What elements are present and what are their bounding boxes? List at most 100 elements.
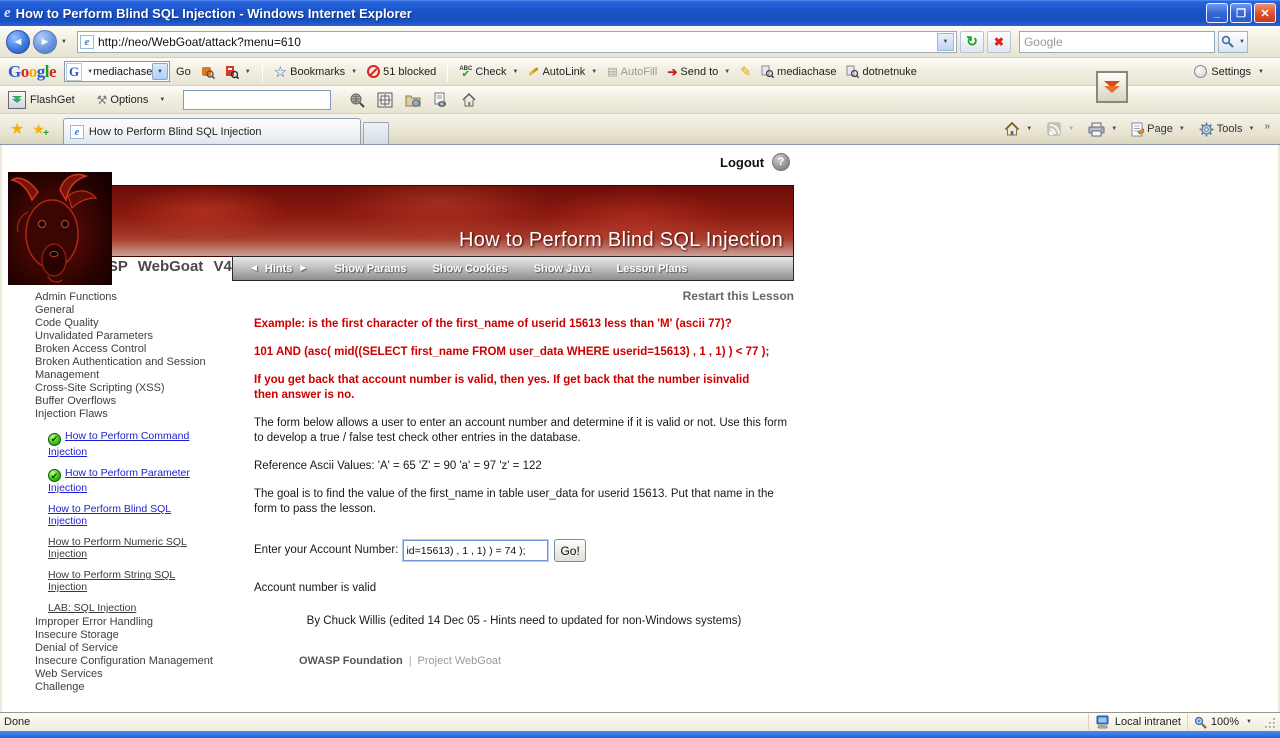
search-options-button[interactable]: ▼ — [221, 63, 255, 81]
page-menu-button[interactable]: Page▼ — [1127, 120, 1189, 139]
restore-button[interactable]: ❐ — [1230, 3, 1252, 23]
category-improper-error-handling[interactable]: Improper Error Handling — [35, 616, 225, 629]
mediachase-search-button[interactable]: mediachase — [757, 63, 840, 80]
category-insecure-configuration[interactable]: Insecure Configuration Management — [35, 655, 225, 668]
address-input[interactable] — [98, 35, 933, 49]
search-input[interactable] — [1024, 35, 1210, 49]
google-go-button[interactable]: Go — [172, 64, 195, 80]
home-button[interactable]: ▼ — [1000, 119, 1036, 139]
google-search-value: mediachase — [93, 66, 152, 78]
search-options-arrow-icon[interactable]: ▼ — [1239, 39, 1245, 45]
category-general[interactable]: General — [35, 304, 225, 317]
flashget-url-input[interactable] — [183, 90, 331, 110]
menu-show-java[interactable]: Show Java — [534, 263, 591, 275]
lesson-link-command-injection[interactable]: How to Perform Command Injection — [48, 430, 189, 458]
next-hint-arrow-icon[interactable]: ► — [298, 263, 308, 274]
lesson-link-lab-sql-injection[interactable]: LAB: SQL Injection — [48, 602, 136, 614]
lesson-link-blind-sql-injection[interactable]: How to Perform Blind SQL Injection — [48, 503, 171, 527]
highlighter-button[interactable]: ✎ — [736, 62, 755, 82]
previous-hint-arrow-icon[interactable]: ◄ — [249, 263, 259, 274]
category-xss[interactable]: Cross-Site Scripting (XSS) — [35, 382, 225, 395]
category-buffer-overflows[interactable]: Buffer Overflows — [35, 395, 225, 408]
send-to-button[interactable]: ➔ Send to▼ — [663, 63, 734, 81]
autolink-button[interactable]: AutoLink▼ — [524, 64, 601, 80]
add-favorite-button[interactable]: ★ — [28, 119, 49, 140]
tools-menu-button[interactable]: Tools▼ — [1195, 120, 1259, 139]
help-icon[interactable]: ? — [772, 153, 790, 171]
resize-grip[interactable] — [1262, 715, 1276, 729]
flashget-options-button[interactable]: ⚒ Options▼ — [93, 91, 170, 109]
toolbar-overflow-chevron-icon[interactable]: » — [1264, 121, 1270, 132]
settings-button[interactable]: Settings — [1211, 66, 1251, 78]
combo-dropdown-button[interactable]: ▼ — [152, 63, 168, 80]
flashget-drop-zone[interactable] — [1096, 71, 1128, 103]
restart-lesson-link[interactable]: Restart this Lesson — [254, 289, 794, 304]
example-query: 101 AND (asc( mid((SELECT first_name FRO… — [254, 345, 770, 360]
feeds-button[interactable]: ▼ — [1042, 119, 1078, 139]
category-injection-flaws[interactable]: Injection Flaws — [35, 408, 225, 421]
flashget-label[interactable]: FlashGet — [30, 94, 75, 106]
zoom-control[interactable]: 100% ▼ — [1187, 714, 1258, 730]
print-button[interactable]: ▼ — [1084, 120, 1121, 139]
new-tab-button[interactable] — [363, 122, 389, 144]
zoom-dropdown-arrow-icon[interactable]: ▼ — [1246, 719, 1252, 725]
dropdown-arrow-icon: ▼ — [591, 69, 597, 75]
flashget-home-button[interactable] — [457, 90, 481, 110]
footer-owasp-link[interactable]: OWASP Foundation — [299, 655, 403, 667]
flashget-site-explorer-button[interactable] — [345, 90, 369, 110]
category-web-services[interactable]: Web Services — [35, 668, 225, 681]
lesson-title: How to Perform Blind SQL Injection — [459, 229, 783, 252]
autolink-wand-icon — [529, 67, 540, 76]
address-box: e ▼ — [77, 31, 957, 53]
webgoat-goat-logo — [8, 172, 112, 285]
favorites-center-button[interactable]: ★ — [6, 117, 28, 141]
category-admin-functions[interactable]: Admin Functions — [35, 291, 225, 304]
lesson-link-parameter-injection[interactable]: How to Perform Parameter Injection — [48, 467, 190, 495]
history-dropdown-arrow-icon[interactable]: ▼ — [61, 39, 67, 45]
menu-hints[interactable]: Hints — [265, 263, 293, 275]
spellcheck-button[interactable]: ABC✔ Check▼ — [455, 64, 522, 80]
category-unvalidated-parameters[interactable]: Unvalidated Parameters — [35, 330, 225, 343]
minimize-button[interactable]: _ — [1206, 3, 1228, 23]
forward-button[interactable]: ► — [33, 30, 57, 54]
page-link-icon — [433, 92, 449, 108]
category-code-quality[interactable]: Code Quality — [35, 317, 225, 330]
lesson-content: Restart this Lesson Example: is the firs… — [254, 289, 794, 629]
flashget-capture-button[interactable] — [373, 90, 397, 110]
lesson-link-string-sql-injection[interactable]: How to Perform String SQL Injection — [48, 569, 175, 593]
search-site-button[interactable] — [197, 63, 219, 81]
lesson-item: How to Perform Blind SQL Injection — [48, 503, 194, 527]
back-button[interactable]: ◄ — [6, 30, 30, 54]
search-go-button[interactable]: ▼ — [1218, 31, 1248, 53]
footer-webgoat-link[interactable]: Project WebGoat — [418, 655, 502, 667]
home-icon — [1004, 121, 1020, 137]
refresh-button[interactable]: ↻ — [960, 31, 984, 53]
stop-button[interactable]: ✖ — [987, 31, 1011, 53]
tab-active[interactable]: e How to Perform Blind SQL Injection — [63, 118, 361, 144]
lesson-menu-bar: ◄ Hints ► Show Params Show Cookies Show … — [232, 256, 794, 281]
flashget-downloads-folder-button[interactable] — [401, 90, 425, 110]
google-search-combo[interactable]: G▼ mediachase ▼ — [64, 61, 170, 82]
bookmarks-button[interactable]: ☆ Bookmarks▼ — [270, 61, 361, 83]
search-box — [1019, 31, 1215, 53]
tab-bar: ★ ★ e How to Perform Blind SQL Injection… — [0, 114, 1280, 145]
account-number-input[interactable] — [403, 540, 548, 561]
menu-show-cookies[interactable]: Show Cookies — [432, 263, 507, 275]
lesson-link-numeric-sql-injection[interactable]: How to Perform Numeric SQL Injection — [48, 536, 187, 560]
menu-show-params[interactable]: Show Params — [334, 263, 406, 275]
category-broken-access-control[interactable]: Broken Access Control — [35, 343, 225, 356]
autofill-button[interactable]: ▤ AutoFill — [603, 63, 661, 80]
popup-blocked-button[interactable]: 51 blocked — [363, 63, 440, 80]
dotnetnuke-search-button[interactable]: dotnetnuke — [842, 63, 920, 80]
category-denial-of-service[interactable]: Denial of Service — [35, 642, 225, 655]
lesson-category-list-bottom: Improper Error Handling Insecure Storage… — [35, 616, 225, 694]
logout-link[interactable]: Logout — [720, 155, 764, 170]
category-insecure-storage[interactable]: Insecure Storage — [35, 629, 225, 642]
close-button[interactable]: ✕ — [1254, 3, 1276, 23]
address-dropdown-button[interactable]: ▼ — [937, 33, 954, 51]
flashget-download-page-button[interactable] — [429, 90, 453, 110]
menu-lesson-plans[interactable]: Lesson Plans — [617, 263, 688, 275]
go-button[interactable]: Go! — [554, 539, 585, 562]
category-challenge[interactable]: Challenge — [35, 681, 225, 694]
category-broken-authentication[interactable]: Broken Authentication and Session Manage… — [35, 356, 225, 382]
